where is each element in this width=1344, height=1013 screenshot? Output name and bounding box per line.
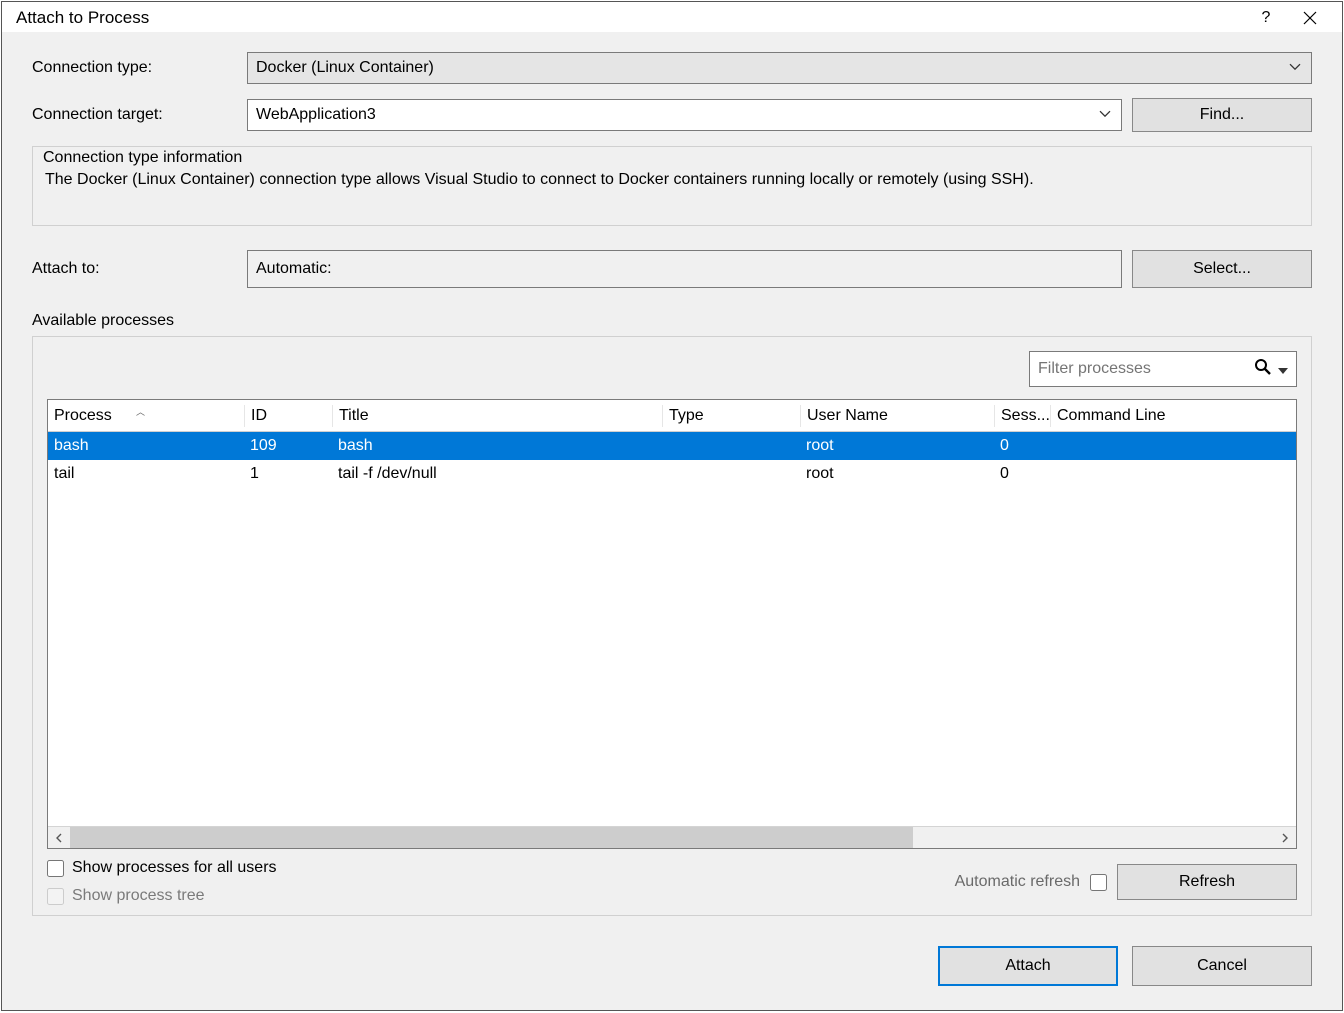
- select-button[interactable]: Select...: [1132, 250, 1312, 288]
- col-process-label: Process: [54, 407, 112, 424]
- cell-session: 0: [994, 435, 1050, 457]
- sort-asc-icon: ︿: [136, 405, 145, 418]
- connection-type-dropdown[interactable]: Docker (Linux Container): [247, 52, 1312, 84]
- col-session[interactable]: Sess...: [994, 405, 1050, 427]
- dialog-title: Attach to Process: [16, 8, 1244, 28]
- find-button[interactable]: Find...: [1132, 98, 1312, 132]
- cell-process: tail: [48, 463, 244, 485]
- col-cmd[interactable]: Command Line: [1050, 405, 1296, 427]
- scroll-right-arrow[interactable]: [1274, 827, 1296, 848]
- filter-dropdown-icon[interactable]: [1278, 361, 1288, 378]
- cell-title: tail -f /dev/null: [332, 463, 662, 485]
- attach-to-field: Automatic:: [247, 250, 1122, 288]
- cell-type: [662, 472, 800, 476]
- table-header: Process ︿ ID Title Type User Name Sess..…: [48, 400, 1296, 432]
- connection-info-legend: Connection type information: [43, 149, 1301, 167]
- col-type[interactable]: Type: [662, 405, 800, 427]
- process-table: Process ︿ ID Title Type User Name Sess..…: [47, 399, 1297, 849]
- cell-cmd: [1050, 472, 1296, 476]
- cell-process: bash: [48, 435, 244, 457]
- connection-target-combo[interactable]: WebApplication3: [247, 99, 1122, 131]
- help-icon[interactable]: ?: [1244, 9, 1288, 27]
- cancel-button[interactable]: Cancel: [1132, 946, 1312, 986]
- scrollbar-thumb[interactable]: [70, 827, 913, 848]
- show-process-tree-checkbox: Show process tree: [47, 887, 277, 905]
- cell-user: root: [800, 435, 994, 457]
- attach-button[interactable]: Attach: [938, 946, 1118, 986]
- filter-processes-input[interactable]: [1038, 360, 1254, 378]
- cell-title: bash: [332, 435, 662, 457]
- filter-processes-box[interactable]: [1029, 351, 1297, 387]
- col-title[interactable]: Title: [332, 405, 662, 427]
- connection-type-value: Docker (Linux Container): [256, 59, 434, 77]
- attach-to-value: Automatic:: [256, 260, 332, 278]
- col-id[interactable]: ID: [244, 405, 332, 427]
- close-icon[interactable]: [1288, 9, 1332, 27]
- cell-cmd: [1050, 444, 1296, 448]
- cell-user: root: [800, 463, 994, 485]
- show-all-users-checkbox-input[interactable]: [47, 860, 64, 877]
- col-process[interactable]: Process ︿: [48, 405, 244, 427]
- cell-id: 109: [244, 435, 332, 457]
- scroll-left-arrow[interactable]: [48, 827, 70, 848]
- cell-type: [662, 444, 800, 448]
- connection-target-label: Connection target:: [32, 106, 237, 124]
- cell-id: 1: [244, 463, 332, 485]
- show-all-users-label: Show processes for all users: [72, 859, 277, 877]
- search-icon[interactable]: [1254, 358, 1272, 380]
- horizontal-scrollbar[interactable]: [48, 826, 1296, 848]
- refresh-button[interactable]: Refresh: [1117, 864, 1297, 900]
- available-processes-legend: Available processes: [32, 312, 1312, 330]
- attach-to-label: Attach to:: [32, 260, 237, 278]
- col-user[interactable]: User Name: [800, 405, 994, 427]
- automatic-refresh-label: Automatic refresh: [955, 873, 1080, 891]
- cell-session: 0: [994, 463, 1050, 485]
- chevron-down-icon: [1289, 63, 1301, 71]
- automatic-refresh-checkbox[interactable]: [1090, 874, 1107, 891]
- chevron-down-icon: [1099, 110, 1111, 118]
- show-process-tree-checkbox-input: [47, 888, 64, 905]
- table-row[interactable]: tail1tail -f /dev/null root0: [48, 460, 1296, 488]
- connection-type-label: Connection type:: [32, 59, 237, 77]
- connection-target-value: WebApplication3: [256, 106, 376, 124]
- connection-info-group: Connection type information The Docker (…: [32, 146, 1312, 226]
- connection-info-text: The Docker (Linux Container) connection …: [43, 171, 1301, 189]
- show-process-tree-label: Show process tree: [72, 887, 205, 905]
- show-all-users-checkbox[interactable]: Show processes for all users: [47, 859, 277, 877]
- table-row[interactable]: bash109bash root0: [48, 432, 1296, 460]
